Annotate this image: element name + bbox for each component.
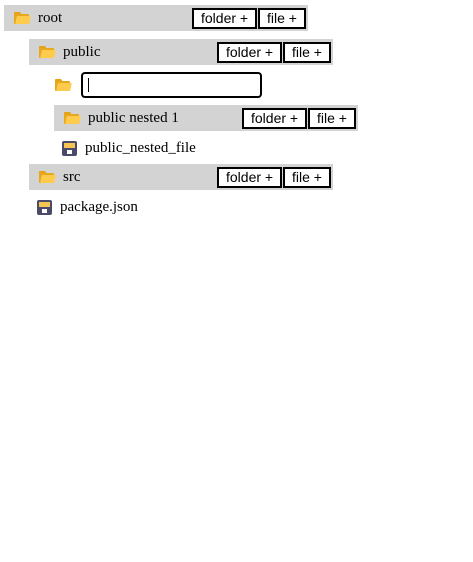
folder-row-public-nested-1[interactable]: public nested 1 folder + file + [54, 105, 358, 131]
folder-row-root[interactable]: root folder + file + [4, 5, 308, 31]
add-folder-button[interactable]: folder + [217, 167, 283, 188]
file-name-package-json: package.json [60, 198, 138, 215]
folder-icon [64, 112, 81, 124]
floppy-disk-icon [62, 140, 77, 156]
add-file-button[interactable]: file + [283, 42, 331, 63]
add-file-button[interactable]: file + [283, 167, 331, 188]
folder-icon [39, 46, 56, 58]
file-name-public-nested-file: public_nested_file [85, 139, 196, 156]
folder-row-src[interactable]: src folder + file + [29, 164, 333, 190]
file-row-public-nested-file[interactable]: public_nested_file [62, 135, 262, 161]
add-file-button[interactable]: file + [258, 8, 306, 29]
file-row-package-json[interactable]: package.json [37, 194, 237, 220]
add-file-button[interactable]: file + [308, 108, 356, 129]
folder-row-public[interactable]: public folder + file + [29, 39, 333, 65]
text-caret [88, 78, 89, 92]
add-folder-button[interactable]: folder + [242, 108, 308, 129]
folder-icon [55, 79, 72, 91]
floppy-disk-icon [37, 199, 52, 215]
folder-name-root: root [38, 9, 63, 26]
folder-name-public: public [63, 43, 101, 60]
new-folder-name-input[interactable] [81, 72, 262, 98]
folder-name-public-nested-1: public nested 1 [88, 109, 179, 126]
folder-name-src: src [63, 168, 81, 185]
add-folder-button[interactable]: folder + [217, 42, 283, 63]
add-folder-button[interactable]: folder + [192, 8, 258, 29]
folder-icon [39, 171, 56, 183]
folder-icon [14, 12, 31, 24]
